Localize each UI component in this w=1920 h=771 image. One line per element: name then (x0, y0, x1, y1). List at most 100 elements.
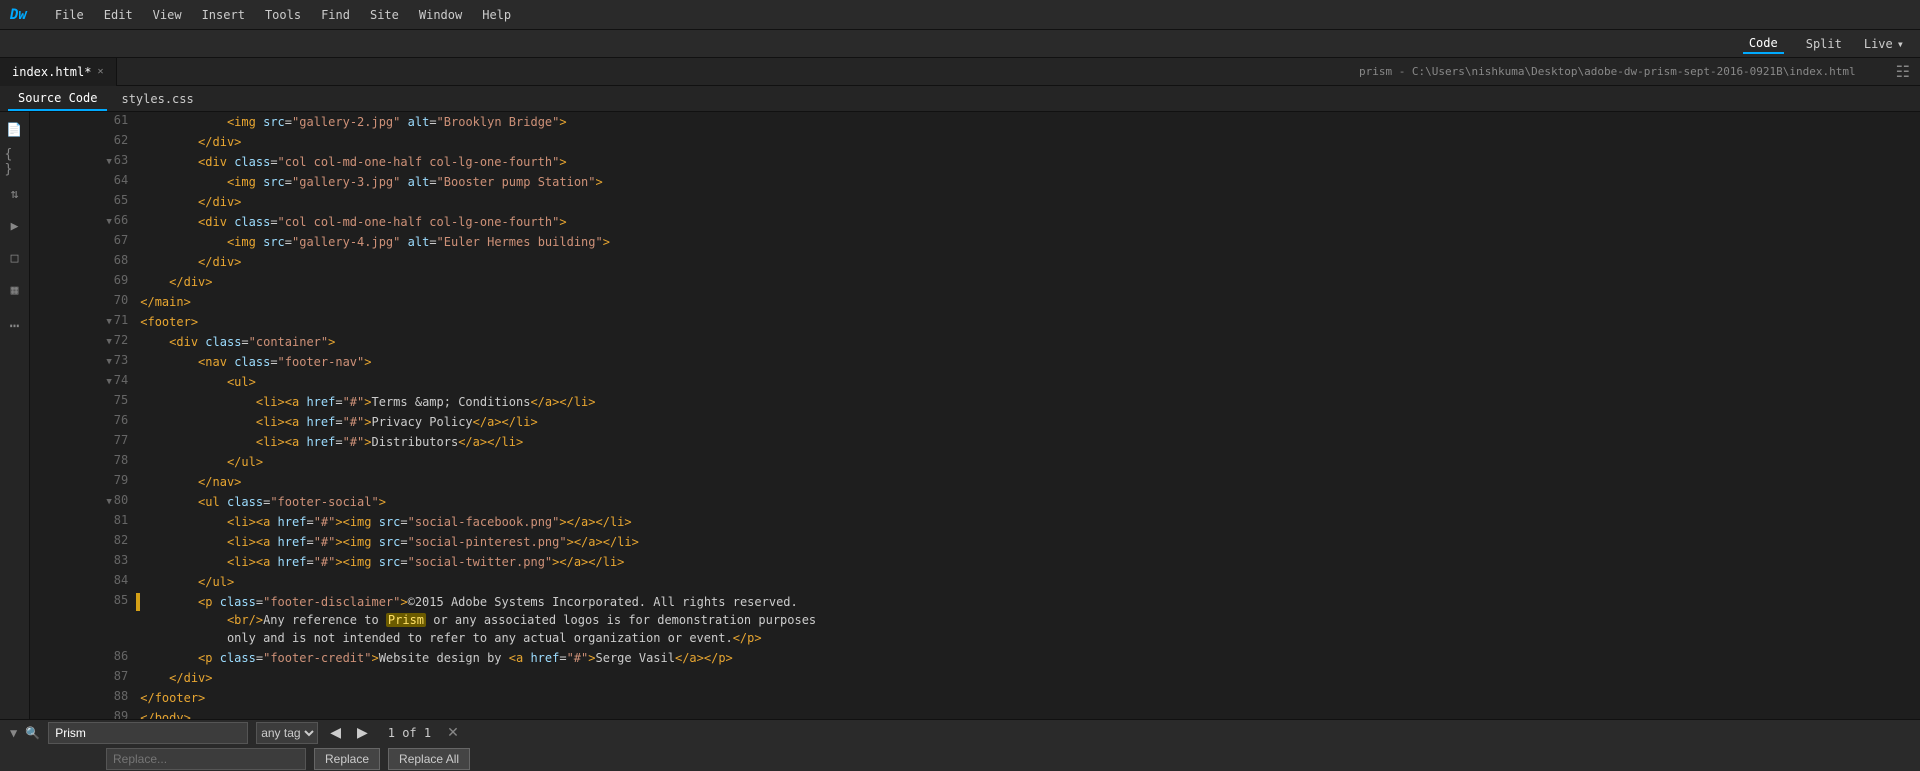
table-row: 79 </nav> (30, 472, 1920, 492)
menu-bar: File Edit View Insert Tools Find Site Wi… (47, 6, 519, 24)
editor-container: 📄 { } ⇅ ▶ □ ▦ ⋯ 61 <img src="gallery-2.j… (0, 112, 1920, 719)
table-row: 78 </ul> (30, 452, 1920, 472)
table-row: 69 </div> (30, 272, 1920, 292)
more-dots-icon[interactable]: ⋯ (10, 316, 20, 335)
live-view-btn[interactable]: Live ▾ (1864, 37, 1904, 51)
menu-help[interactable]: Help (474, 6, 519, 24)
line-number: 68 (30, 252, 140, 272)
tab-close-btn[interactable]: ✕ (97, 66, 103, 77)
styles-css-tab[interactable]: styles.css (111, 87, 203, 111)
line-content: <img src="gallery-3.jpg" alt="Booster pu… (140, 172, 1920, 192)
menu-tools[interactable]: Tools (257, 6, 309, 24)
menu-insert[interactable]: Insert (194, 6, 253, 24)
cursor-icon[interactable]: ▶ (5, 216, 25, 236)
line-content: </div> (140, 668, 1920, 688)
line-content: </div> (140, 252, 1920, 272)
line-number: 81 (30, 512, 140, 532)
code-view-btn[interactable]: Code (1743, 34, 1784, 54)
table-row: 82 <li><a href="#"><img src="social-pint… (30, 532, 1920, 552)
line-content: </body> (140, 708, 1920, 719)
table-row: ▼66 <div class="col col-md-one-half col-… (30, 212, 1920, 232)
table-row: ▼63 <div class="col col-md-one-half col-… (30, 152, 1920, 172)
line-number: 87 (30, 668, 140, 688)
table-row: 89 </body> (30, 708, 1920, 719)
line-content: <li><a href="#"><img src="social-twitter… (140, 552, 1920, 572)
find-expand-icon[interactable]: ▼ (10, 726, 17, 740)
menu-file[interactable]: File (47, 6, 92, 24)
table-row: 68 </div> (30, 252, 1920, 272)
line-content: <li><a href="#">Privacy Policy</a></li> (140, 412, 1920, 432)
tab-bar: index.html* ✕ prism - C:\Users\nishkuma\… (0, 58, 1920, 86)
table-row: 81 <li><a href="#"><img src="social-face… (30, 512, 1920, 532)
line-number: 67 (30, 232, 140, 252)
replace-button[interactable]: Replace (314, 748, 380, 770)
table-row: ▼72 <div class="container"> (30, 332, 1920, 352)
find-prev-btn[interactable]: ◀ (326, 724, 345, 741)
line-number: ▼73 (30, 352, 140, 372)
split-view-btn[interactable]: Split (1800, 35, 1848, 53)
find-next-btn[interactable]: ▶ (353, 724, 372, 741)
table-row: 87 </div> (30, 668, 1920, 688)
menu-edit[interactable]: Edit (96, 6, 141, 24)
filter-icon[interactable]: ☷ (1886, 62, 1920, 81)
source-code-tab[interactable]: Source Code (8, 87, 107, 111)
menu-site[interactable]: Site (362, 6, 407, 24)
line-content: </footer> (140, 688, 1920, 708)
line-content: <p class="footer-disclaimer">©2015 Adobe… (140, 592, 1920, 648)
grid-icon[interactable]: ▦ (5, 280, 25, 300)
menu-find[interactable]: Find (313, 6, 358, 24)
line-number: 69 (30, 272, 140, 292)
line-content: <img src="gallery-2.jpg" alt="Brooklyn B… (140, 112, 1920, 132)
table-row: 77 <li><a href="#">Distributors</a></li> (30, 432, 1920, 452)
line-number: 88 (30, 688, 140, 708)
line-content: </ul> (140, 572, 1920, 592)
table-row: 67 <img src="gallery-4.jpg" alt="Euler H… (30, 232, 1920, 252)
find-type-dropdown[interactable]: any tag (256, 722, 318, 744)
tab-label: index.html* (12, 65, 91, 79)
sub-tab-bar: Source Code styles.css (0, 86, 1920, 112)
line-number: 83 (30, 552, 140, 572)
dw-logo: Dw (10, 7, 27, 23)
line-content: <p class="footer-credit">Website design … (140, 648, 1920, 668)
find-search-icon: 🔍 (25, 726, 40, 740)
table-row: 85 <p class="footer-disclaimer">©2015 Ad… (30, 592, 1920, 648)
line-number: 89 (30, 708, 140, 719)
chat-icon[interactable]: □ (5, 248, 25, 268)
arrow-icon[interactable]: ⇅ (5, 184, 25, 204)
line-number: ▼63 (30, 152, 140, 172)
table-row: 84 </ul> (30, 572, 1920, 592)
find-count: 1 of 1 (380, 726, 439, 740)
line-content: <div class="col col-md-one-half col-lg-o… (140, 152, 1920, 172)
line-number: 70 (30, 292, 140, 312)
line-number: 79 (30, 472, 140, 492)
line-number: 76 (30, 412, 140, 432)
replace-all-button[interactable]: Replace All (388, 748, 470, 770)
table-row: 86 <p class="footer-credit">Website desi… (30, 648, 1920, 668)
line-number: 84 (30, 572, 140, 592)
menu-view[interactable]: View (145, 6, 190, 24)
sidebar-icons: 📄 { } ⇅ ▶ □ ▦ ⋯ (0, 112, 30, 719)
index-tab[interactable]: index.html* ✕ (0, 58, 117, 86)
table-row: 88 </footer> (30, 688, 1920, 708)
replace-input[interactable] (106, 748, 306, 770)
find-close-btn[interactable]: ✕ (447, 724, 459, 741)
code-lines: 61 <img src="gallery-2.jpg" alt="Brookly… (30, 112, 1920, 719)
line-number: 78 (30, 452, 140, 472)
menu-window[interactable]: Window (411, 6, 470, 24)
table-row: ▼71 <footer> (30, 312, 1920, 332)
line-content: </div> (140, 272, 1920, 292)
line-number: 65 (30, 192, 140, 212)
code-icon[interactable]: { } (5, 152, 25, 172)
table-row: 64 <img src="gallery-3.jpg" alt="Booster… (30, 172, 1920, 192)
table-row: ▼80 <ul class="footer-social"> (30, 492, 1920, 512)
file-icon[interactable]: 📄 (5, 120, 25, 140)
find-input[interactable] (48, 722, 248, 744)
line-content: </ul> (140, 452, 1920, 472)
line-number: 75 (30, 392, 140, 412)
code-editor[interactable]: 61 <img src="gallery-2.jpg" alt="Brookly… (30, 112, 1920, 719)
line-number: 85 (30, 592, 140, 648)
line-number: 77 (30, 432, 140, 452)
line-content: </nav> (140, 472, 1920, 492)
replace-row: Replace Replace All (10, 748, 1910, 770)
line-number: 86 (30, 648, 140, 668)
